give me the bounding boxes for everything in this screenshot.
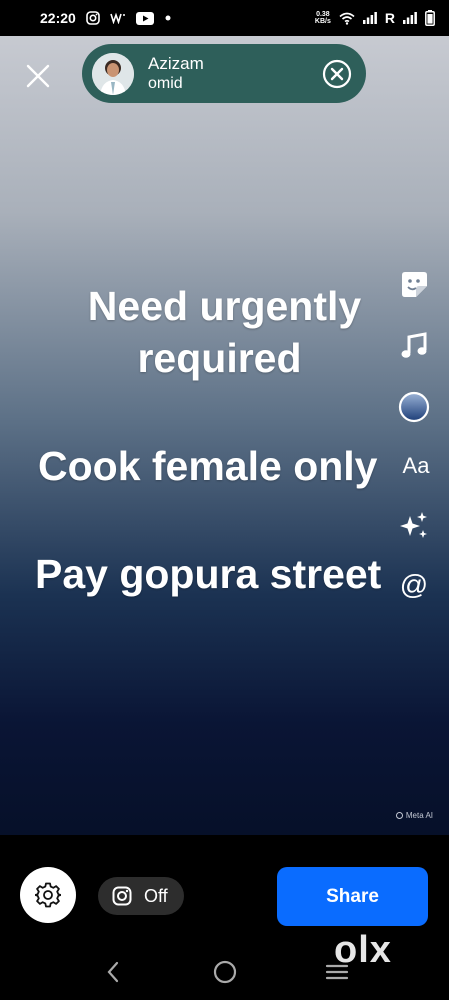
mention-label: @	[399, 569, 429, 600]
sticker-icon[interactable]	[396, 266, 432, 302]
shared-post-pill[interactable]: Azizam omid	[82, 44, 366, 103]
text-tool-icon[interactable]: Aa	[398, 448, 434, 484]
effects-sparkle-icon[interactable]	[396, 508, 432, 544]
story-text-line[interactable]: Need urgently	[0, 280, 449, 332]
share-button[interactable]: Share	[277, 867, 428, 926]
network-speed-value: 0.38	[316, 11, 330, 18]
avatar	[92, 52, 134, 95]
meta-ai-label: Meta AI	[405, 811, 433, 820]
story-text-line[interactable]: Cook female only	[38, 440, 377, 492]
wifi-icon	[339, 12, 355, 25]
mention-icon[interactable]: @	[396, 567, 432, 603]
meta-ai-watermark: Meta AI	[395, 811, 433, 820]
text-tool-label: Aa	[402, 453, 430, 478]
more-notifications-dot-icon	[164, 14, 172, 22]
instagram-share-toggle[interactable]: Off	[98, 877, 184, 915]
instagram-toggle-label: Off	[144, 885, 168, 906]
story-text-line[interactable]: Pay gopura street	[35, 548, 381, 600]
remove-post-icon[interactable]	[322, 59, 352, 89]
status-bar: 22:20 0.38 KB/s R	[0, 0, 449, 36]
instagram-notification-icon	[86, 11, 100, 25]
clock: 22:20	[40, 10, 76, 26]
roaming-label: R	[384, 10, 395, 26]
wifi-calling-icon	[110, 12, 126, 24]
story-preview: Azizam omid Need urgently required Cook …	[0, 36, 449, 835]
home-nav-icon[interactable]	[210, 957, 240, 987]
battery-icon	[425, 10, 435, 26]
gear-icon	[35, 882, 61, 908]
bottom-action-bar: Off Share olx	[0, 835, 449, 1000]
olx-watermark: olx	[334, 929, 392, 971]
signal-icon	[362, 12, 377, 24]
music-icon[interactable]	[396, 328, 432, 364]
story-settings-button[interactable]	[20, 867, 76, 923]
post-author-name: Azizam	[148, 53, 204, 73]
meta-ai-ring-icon	[395, 812, 403, 819]
story-text-line[interactable]: required	[0, 332, 439, 384]
post-author-subtitle: omid	[148, 74, 183, 92]
color-picker-icon[interactable]	[396, 389, 432, 425]
back-nav-icon[interactable]	[98, 957, 128, 987]
network-speed: 0.38 KB/s	[315, 11, 331, 25]
youtube-notification-icon	[135, 11, 154, 25]
instagram-icon	[112, 886, 132, 906]
close-story-icon[interactable]	[24, 62, 52, 90]
network-speed-unit: KB/s	[314, 18, 331, 25]
signal-2-icon	[403, 12, 417, 24]
